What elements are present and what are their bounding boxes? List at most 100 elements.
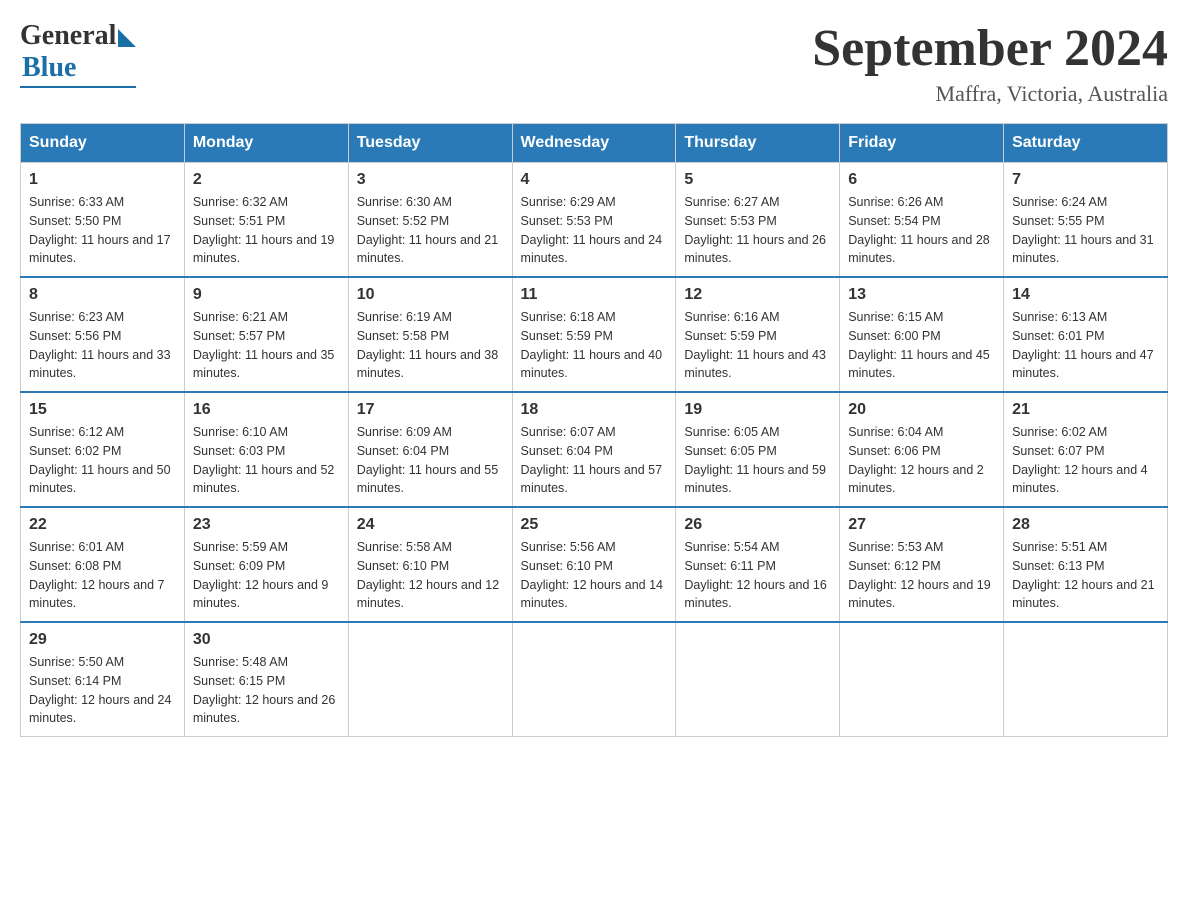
calendar-week-row: 29 Sunrise: 5:50 AMSunset: 6:14 PMDaylig… [21, 622, 1168, 737]
logo-arrow-icon [118, 29, 136, 47]
day-info: Sunrise: 5:51 AMSunset: 6:13 PMDaylight:… [1012, 540, 1154, 610]
day-number: 11 [521, 286, 668, 304]
table-row: 7 Sunrise: 6:24 AMSunset: 5:55 PMDayligh… [1004, 163, 1168, 278]
day-number: 21 [1012, 401, 1159, 419]
calendar-table: Sunday Monday Tuesday Wednesday Thursday… [20, 123, 1168, 737]
day-info: Sunrise: 6:29 AMSunset: 5:53 PMDaylight:… [521, 195, 663, 265]
day-number: 19 [684, 401, 831, 419]
table-row [840, 622, 1004, 737]
month-title: September 2024 [812, 20, 1168, 77]
day-number: 23 [193, 516, 340, 534]
table-row: 5 Sunrise: 6:27 AMSunset: 5:53 PMDayligh… [676, 163, 840, 278]
day-info: Sunrise: 5:59 AMSunset: 6:09 PMDaylight:… [193, 540, 329, 610]
table-row: 14 Sunrise: 6:13 AMSunset: 6:01 PMDaylig… [1004, 277, 1168, 392]
table-row: 8 Sunrise: 6:23 AMSunset: 5:56 PMDayligh… [21, 277, 185, 392]
table-row: 1 Sunrise: 6:33 AMSunset: 5:50 PMDayligh… [21, 163, 185, 278]
table-row: 15 Sunrise: 6:12 AMSunset: 6:02 PMDaylig… [21, 392, 185, 507]
table-row: 25 Sunrise: 5:56 AMSunset: 6:10 PMDaylig… [512, 507, 676, 622]
logo-general-text: General [20, 20, 116, 52]
day-info: Sunrise: 6:15 AMSunset: 6:00 PMDaylight:… [848, 310, 990, 380]
table-row: 3 Sunrise: 6:30 AMSunset: 5:52 PMDayligh… [348, 163, 512, 278]
col-monday: Monday [184, 124, 348, 163]
day-number: 4 [521, 171, 668, 189]
day-number: 29 [29, 631, 176, 649]
day-number: 25 [521, 516, 668, 534]
col-friday: Friday [840, 124, 1004, 163]
day-info: Sunrise: 6:10 AMSunset: 6:03 PMDaylight:… [193, 425, 335, 495]
logo: General Blue [20, 20, 136, 88]
calendar-week-row: 8 Sunrise: 6:23 AMSunset: 5:56 PMDayligh… [21, 277, 1168, 392]
day-number: 13 [848, 286, 995, 304]
calendar-week-row: 1 Sunrise: 6:33 AMSunset: 5:50 PMDayligh… [21, 163, 1168, 278]
day-number: 6 [848, 171, 995, 189]
table-row: 10 Sunrise: 6:19 AMSunset: 5:58 PMDaylig… [348, 277, 512, 392]
table-row: 13 Sunrise: 6:15 AMSunset: 6:00 PMDaylig… [840, 277, 1004, 392]
day-info: Sunrise: 6:04 AMSunset: 6:06 PMDaylight:… [848, 425, 984, 495]
table-row: 6 Sunrise: 6:26 AMSunset: 5:54 PMDayligh… [840, 163, 1004, 278]
calendar-week-row: 22 Sunrise: 6:01 AMSunset: 6:08 PMDaylig… [21, 507, 1168, 622]
table-row: 12 Sunrise: 6:16 AMSunset: 5:59 PMDaylig… [676, 277, 840, 392]
col-sunday: Sunday [21, 124, 185, 163]
day-info: Sunrise: 6:18 AMSunset: 5:59 PMDaylight:… [521, 310, 663, 380]
day-info: Sunrise: 6:16 AMSunset: 5:59 PMDaylight:… [684, 310, 826, 380]
day-number: 3 [357, 171, 504, 189]
day-info: Sunrise: 6:26 AMSunset: 5:54 PMDaylight:… [848, 195, 990, 265]
table-row [348, 622, 512, 737]
day-info: Sunrise: 5:54 AMSunset: 6:11 PMDaylight:… [684, 540, 826, 610]
table-row: 24 Sunrise: 5:58 AMSunset: 6:10 PMDaylig… [348, 507, 512, 622]
day-info: Sunrise: 5:53 AMSunset: 6:12 PMDaylight:… [848, 540, 990, 610]
table-row: 27 Sunrise: 5:53 AMSunset: 6:12 PMDaylig… [840, 507, 1004, 622]
table-row [1004, 622, 1168, 737]
table-row: 18 Sunrise: 6:07 AMSunset: 6:04 PMDaylig… [512, 392, 676, 507]
logo-blue-text: Blue [22, 52, 76, 84]
table-row [676, 622, 840, 737]
day-number: 18 [521, 401, 668, 419]
day-number: 28 [1012, 516, 1159, 534]
day-info: Sunrise: 6:21 AMSunset: 5:57 PMDaylight:… [193, 310, 335, 380]
day-number: 30 [193, 631, 340, 649]
day-info: Sunrise: 6:33 AMSunset: 5:50 PMDaylight:… [29, 195, 171, 265]
day-info: Sunrise: 5:58 AMSunset: 6:10 PMDaylight:… [357, 540, 499, 610]
table-row: 9 Sunrise: 6:21 AMSunset: 5:57 PMDayligh… [184, 277, 348, 392]
table-row: 28 Sunrise: 5:51 AMSunset: 6:13 PMDaylig… [1004, 507, 1168, 622]
table-row: 11 Sunrise: 6:18 AMSunset: 5:59 PMDaylig… [512, 277, 676, 392]
day-number: 14 [1012, 286, 1159, 304]
day-number: 27 [848, 516, 995, 534]
day-info: Sunrise: 6:09 AMSunset: 6:04 PMDaylight:… [357, 425, 499, 495]
table-row: 21 Sunrise: 6:02 AMSunset: 6:07 PMDaylig… [1004, 392, 1168, 507]
table-row: 2 Sunrise: 6:32 AMSunset: 5:51 PMDayligh… [184, 163, 348, 278]
table-row: 19 Sunrise: 6:05 AMSunset: 6:05 PMDaylig… [676, 392, 840, 507]
table-row: 26 Sunrise: 5:54 AMSunset: 6:11 PMDaylig… [676, 507, 840, 622]
calendar-header-row: Sunday Monday Tuesday Wednesday Thursday… [21, 124, 1168, 163]
day-info: Sunrise: 5:56 AMSunset: 6:10 PMDaylight:… [521, 540, 663, 610]
logo-underline [20, 86, 136, 88]
day-number: 1 [29, 171, 176, 189]
day-info: Sunrise: 6:13 AMSunset: 6:01 PMDaylight:… [1012, 310, 1154, 380]
day-info: Sunrise: 5:48 AMSunset: 6:15 PMDaylight:… [193, 655, 335, 725]
day-info: Sunrise: 6:19 AMSunset: 5:58 PMDaylight:… [357, 310, 499, 380]
day-number: 17 [357, 401, 504, 419]
day-info: Sunrise: 6:27 AMSunset: 5:53 PMDaylight:… [684, 195, 826, 265]
day-info: Sunrise: 5:50 AMSunset: 6:14 PMDaylight:… [29, 655, 171, 725]
table-row: 30 Sunrise: 5:48 AMSunset: 6:15 PMDaylig… [184, 622, 348, 737]
page-header: General Blue September 2024 Maffra, Vict… [20, 20, 1168, 107]
table-row: 20 Sunrise: 6:04 AMSunset: 6:06 PMDaylig… [840, 392, 1004, 507]
title-section: September 2024 Maffra, Victoria, Austral… [812, 20, 1168, 107]
day-info: Sunrise: 6:30 AMSunset: 5:52 PMDaylight:… [357, 195, 499, 265]
day-info: Sunrise: 6:05 AMSunset: 6:05 PMDaylight:… [684, 425, 826, 495]
day-number: 5 [684, 171, 831, 189]
day-info: Sunrise: 6:24 AMSunset: 5:55 PMDaylight:… [1012, 195, 1154, 265]
table-row: 29 Sunrise: 5:50 AMSunset: 6:14 PMDaylig… [21, 622, 185, 737]
day-number: 22 [29, 516, 176, 534]
day-number: 12 [684, 286, 831, 304]
day-info: Sunrise: 6:02 AMSunset: 6:07 PMDaylight:… [1012, 425, 1148, 495]
day-number: 15 [29, 401, 176, 419]
calendar-week-row: 15 Sunrise: 6:12 AMSunset: 6:02 PMDaylig… [21, 392, 1168, 507]
table-row: 16 Sunrise: 6:10 AMSunset: 6:03 PMDaylig… [184, 392, 348, 507]
day-info: Sunrise: 6:12 AMSunset: 6:02 PMDaylight:… [29, 425, 171, 495]
day-info: Sunrise: 6:07 AMSunset: 6:04 PMDaylight:… [521, 425, 663, 495]
day-number: 24 [357, 516, 504, 534]
col-tuesday: Tuesday [348, 124, 512, 163]
day-number: 2 [193, 171, 340, 189]
location-text: Maffra, Victoria, Australia [812, 81, 1168, 107]
